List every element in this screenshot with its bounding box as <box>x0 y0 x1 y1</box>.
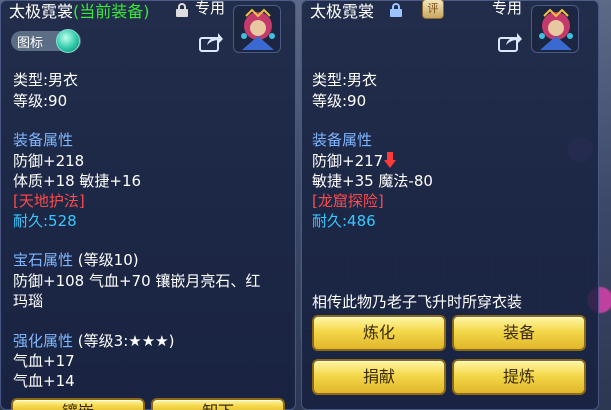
attribute-values: 敏捷+35 魔法-80 <box>312 172 433 190</box>
compare-item-panel: 太极霓裳 评 专用 类型:男衣 等级:90 装备属性 防御+217 敏捷+35 … <box>301 0 599 410</box>
defense-value: 防御+218 <box>13 152 85 170</box>
icon-toggle[interactable]: 图标 <box>11 29 81 53</box>
enhance-attr-header: 强化属性 (等级3:★★★) <box>13 330 174 351</box>
enhance-line-2: 气血+14 <box>13 372 75 390</box>
lock-icon[interactable] <box>390 3 402 17</box>
durability: 耐久:486 <box>312 212 376 230</box>
defense-row: 防御+217 <box>312 150 397 171</box>
item-description: 相传此物乃老子飞升时所穿衣装 <box>312 293 523 311</box>
item-title: 太极霓裳 <box>310 0 374 22</box>
refine-button[interactable]: 炼化 <box>312 315 446 351</box>
equip-button[interactable]: 装备 <box>452 315 586 351</box>
gem-attr-header: 宝石属性 (等级10) <box>13 249 139 270</box>
item-title: 太极霓裳(当前装备) <box>9 0 150 22</box>
equipped-tag: (当前装备) <box>73 2 150 21</box>
avatar-icon <box>233 5 281 53</box>
inlay-button[interactable]: 镶嵌 <box>11 398 145 410</box>
evaluate-badge[interactable]: 评 <box>422 0 444 19</box>
unequip-button[interactable]: 卸下 <box>151 398 285 410</box>
exclusive-label: 专用 <box>492 0 523 17</box>
share-icon[interactable] <box>198 31 224 53</box>
lock-icon[interactable] <box>176 3 188 17</box>
avatar-icon <box>531 5 579 53</box>
equip-attr-title: 装备属性 <box>312 131 373 149</box>
current-equipment-panel: 太极霓裳(当前装备) 专用 图标 类型:男衣 等级:90 装备属性 防御+218… <box>0 0 296 410</box>
special-skill: [龙窟探险] <box>312 192 384 210</box>
down-arrow-icon <box>384 152 397 168</box>
special-skill: [天地护法] <box>13 192 85 210</box>
share-icon[interactable] <box>497 31 523 53</box>
icon-toggle-label: 图标 <box>17 36 44 51</box>
enhance-attr-title: 强化属性 <box>13 332 74 350</box>
enhance-level: (等级3:★★★) <box>77 332 175 350</box>
donate-button[interactable]: 捐献 <box>312 359 446 395</box>
durability: 耐久:528 <box>13 212 77 230</box>
attribute-values: 体质+18 敏捷+16 <box>13 172 142 190</box>
gem-level: (等级10) <box>77 251 139 269</box>
exclusive-label: 专用 <box>195 0 226 17</box>
item-type: 类型:男衣 <box>13 71 79 89</box>
toggle-knob-icon <box>56 29 80 53</box>
defense-value: 防御+217 <box>312 152 384 170</box>
item-type: 类型:男衣 <box>312 71 378 89</box>
item-name: 太极霓裳 <box>9 2 74 21</box>
item-level: 等级:90 <box>312 92 367 110</box>
gem-line-1: 防御+108 气血+70 镶嵌月亮石、红 <box>13 272 261 290</box>
extract-button[interactable]: 提炼 <box>452 359 586 395</box>
equip-attr-title: 装备属性 <box>13 131 74 149</box>
item-name: 太极霓裳 <box>310 2 375 21</box>
item-level: 等级:90 <box>13 92 68 110</box>
gem-attr-title: 宝石属性 <box>13 251 74 269</box>
enhance-line-1: 气血+17 <box>13 352 75 370</box>
gem-line-2: 玛瑙 <box>13 292 44 310</box>
